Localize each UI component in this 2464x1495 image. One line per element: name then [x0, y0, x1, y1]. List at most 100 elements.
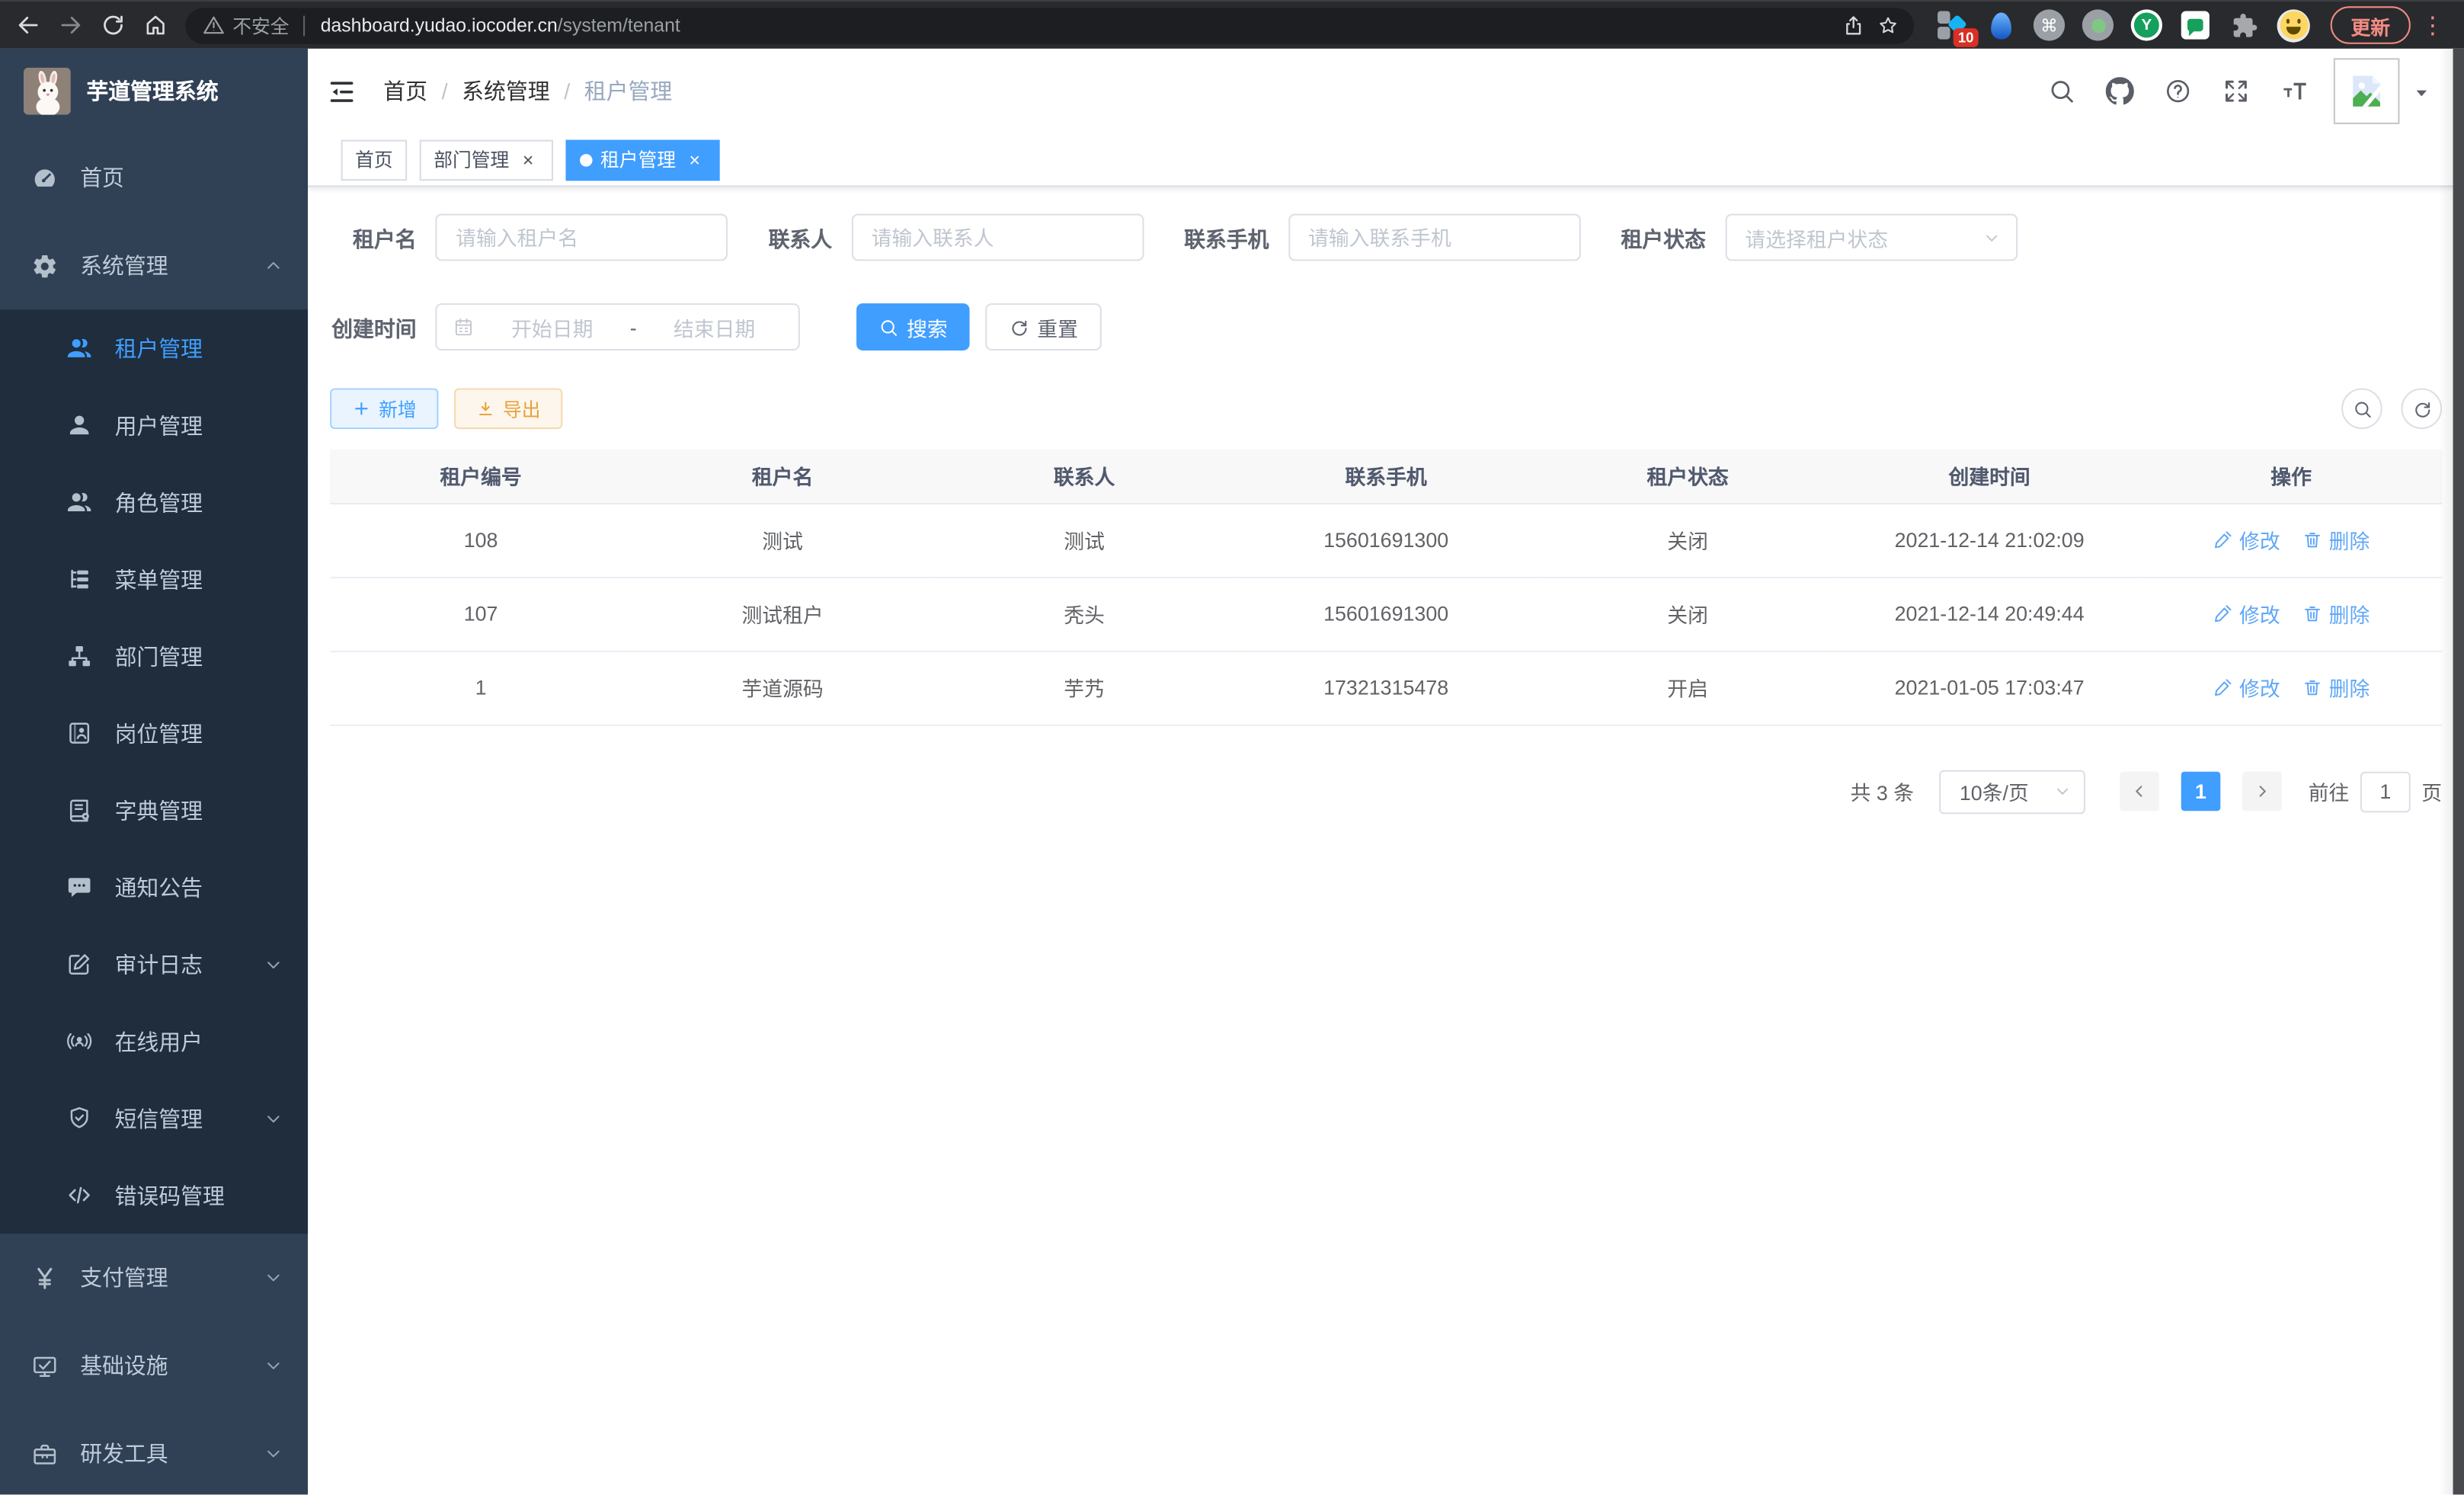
sidebar-item-label: 审计日志 [115, 949, 203, 980]
breadcrumb-system[interactable]: 系统管理 [462, 78, 550, 104]
pencil-icon [2213, 677, 2233, 698]
table-cell: 测试 [933, 503, 1235, 577]
sidebar-logo[interactable]: 芋道管理系统 [0, 49, 308, 133]
sidebar-item-dept[interactable]: 部门管理 [0, 618, 308, 695]
sidebar-item-dev-tool[interactable]: 研发工具 [0, 1410, 308, 1495]
table-cell: 2021-12-14 20:49:44 [1838, 577, 2140, 651]
current-page[interactable]: 1 [2181, 772, 2221, 812]
sidebar-item-sms[interactable]: 短信管理 [0, 1080, 308, 1157]
help-icon[interactable] [2164, 77, 2192, 105]
sidebar-item-home[interactable]: 首页 [0, 133, 308, 222]
actions-cell: 修改删除 [2140, 503, 2442, 577]
pencil-icon [2213, 530, 2233, 550]
tab-tenant[interactable]: 租户管理× [566, 139, 720, 181]
org-icon [66, 643, 93, 670]
balloon-extension-icon[interactable] [1985, 9, 2016, 40]
edit-link[interactable]: 修改 [2213, 599, 2280, 629]
logo-rabbit-icon [24, 68, 71, 115]
header-search-icon[interactable] [2047, 77, 2075, 105]
export-button[interactable]: 导出 [454, 388, 562, 429]
delete-link[interactable]: 删除 [2302, 599, 2370, 629]
avatar-caret-down-icon[interactable] [2412, 82, 2431, 101]
sidebar-item-menu[interactable]: 菜单管理 [0, 541, 308, 618]
active-tab-dot [580, 153, 593, 166]
user-avatar[interactable] [2334, 58, 2400, 124]
github-icon[interactable] [2106, 77, 2134, 105]
mobile-input[interactable] [1288, 214, 1580, 261]
table-cell: 秃头 [933, 577, 1235, 651]
chevron-down-icon [264, 1356, 283, 1375]
browser-forward-icon[interactable] [49, 4, 91, 46]
main-area: 首页/系统管理/租户管理 首页部门管理×租户管理× 租户 [308, 49, 2464, 1495]
column-header: 创建时间 [1838, 450, 2140, 503]
prev-page-button[interactable] [2120, 772, 2159, 812]
add-button[interactable]: 新增 [330, 388, 438, 429]
status-select[interactable]: 请选择租户状态 [1725, 214, 2018, 261]
browser-back-icon[interactable] [6, 4, 49, 46]
browser-home-icon[interactable] [133, 4, 176, 46]
table-cell: 15601691300 [1235, 503, 1537, 577]
contact-input[interactable] [851, 214, 1144, 261]
table-cell: 107 [330, 577, 632, 651]
refresh-table-button[interactable] [2402, 388, 2443, 429]
green-dot-extension-icon[interactable] [2082, 9, 2114, 40]
monitor-icon [31, 1353, 58, 1379]
yudao-extension-icon[interactable]: Y [2131, 9, 2162, 40]
table-cell: 芋道源码 [632, 651, 933, 725]
tab-dept[interactable]: 部门管理 × [420, 139, 553, 181]
sidebar-item-tenant[interactable]: 租户管理 [0, 309, 308, 386]
tab-home[interactable]: 首页 [341, 139, 408, 181]
sidebar-item-post[interactable]: 岗位管理 [0, 695, 308, 772]
top-navbar: 首页/系统管理/租户管理 [308, 49, 2464, 133]
toggle-search-button[interactable] [2341, 388, 2382, 429]
chat-extension-icon[interactable] [2180, 9, 2211, 40]
squares-diamond-extension-icon[interactable]: 10 [1936, 9, 1967, 40]
browser-update-button[interactable]: 更新 [2331, 6, 2411, 44]
font-size-icon[interactable] [2280, 77, 2309, 105]
extensions-area: 10 ⌘ Y [1936, 8, 2310, 41]
address-bar[interactable]: 不安全 dashboard.yudao.iocoder.cn/system/te… [185, 7, 1914, 43]
sidebar-item-audit-log[interactable]: 审计日志 [0, 926, 308, 1003]
tenant-name-input[interactable] [435, 214, 728, 261]
reset-button[interactable]: 重置 [985, 303, 1102, 351]
breadcrumb: 首页/系统管理/租户管理 [383, 75, 672, 107]
sidebar-item-notice[interactable]: 通知公告 [0, 849, 308, 926]
sidebar-item-infra[interactable]: 基础设施 [0, 1322, 308, 1410]
page-size-select[interactable]: 10条/页 [1939, 770, 2085, 814]
browser-menu-kebab-icon[interactable]: ⋮ [2420, 11, 2445, 39]
search-button[interactable]: 搜索 [856, 303, 970, 351]
fullscreen-icon[interactable] [2222, 77, 2250, 105]
sidebar-collapse-icon[interactable] [327, 76, 357, 106]
sidebar-item-error-code[interactable]: 错误码管理 [0, 1157, 308, 1234]
browser-reload-icon[interactable] [91, 4, 134, 46]
chevron-down-icon [2054, 783, 2072, 800]
browser-scrollbar[interactable] [2453, 49, 2464, 1495]
breadcrumb-home[interactable]: 首页 [383, 78, 427, 104]
sidebar-item-online-user[interactable]: 在线用户 [0, 1003, 308, 1080]
tab-label: 部门管理 [434, 146, 509, 173]
sidebar-item-system[interactable]: 系统管理 [0, 222, 308, 310]
sidebar-item-dict[interactable]: 字典管理 [0, 772, 308, 849]
profile-avatar-icon[interactable] [2277, 8, 2310, 41]
sidebar-item-user[interactable]: 用户管理 [0, 386, 308, 463]
edit-link[interactable]: 修改 [2213, 673, 2280, 703]
tab-close-icon[interactable]: × [517, 149, 539, 171]
sidebar-item-pay[interactable]: 支付管理 [0, 1234, 308, 1322]
bookmark-star-icon[interactable] [1870, 8, 1904, 42]
edit-link[interactable]: 修改 [2213, 525, 2280, 555]
chevron-down-icon [1982, 229, 2000, 246]
date-range-picker[interactable]: 开始日期 - 结束日期 [435, 303, 800, 351]
command-extension-icon[interactable]: ⌘ [2034, 9, 2065, 40]
delete-link[interactable]: 删除 [2302, 525, 2370, 555]
sidebar-item-label: 通知公告 [115, 872, 203, 903]
next-page-button[interactable] [2242, 772, 2282, 812]
actions-cell: 修改删除 [2140, 577, 2442, 651]
delete-link[interactable]: 删除 [2302, 673, 2370, 703]
goto-page-input[interactable] [2360, 771, 2411, 812]
column-header: 联系人 [933, 450, 1235, 503]
tab-close-icon[interactable]: × [683, 149, 706, 171]
trash-icon [2302, 530, 2323, 550]
share-icon[interactable] [1835, 8, 1870, 42]
sidebar-item-role[interactable]: 角色管理 [0, 463, 308, 540]
extensions-puzzle-icon[interactable] [2229, 9, 2260, 40]
